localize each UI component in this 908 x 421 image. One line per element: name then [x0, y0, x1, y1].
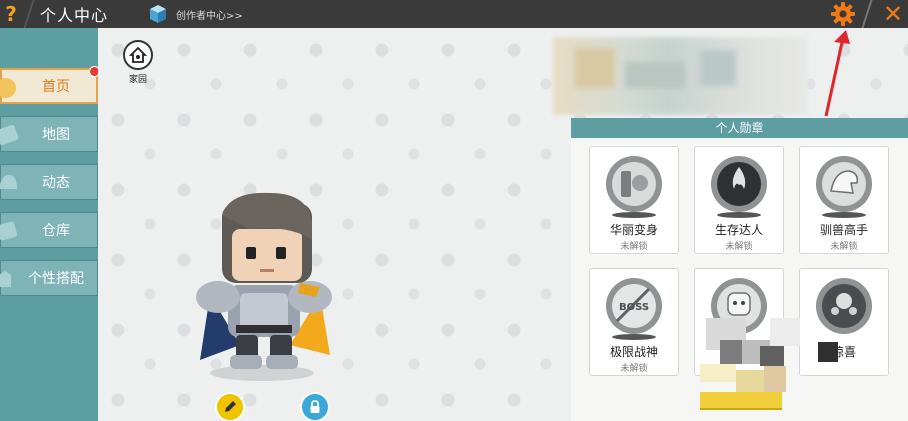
- map-icon: [0, 124, 19, 146]
- sidebar: 首页 地图 动态 仓库 个性搭配: [0, 28, 100, 421]
- lock-icon: [310, 400, 320, 413]
- action-button-partial[interactable]: [700, 392, 782, 410]
- gear-icon[interactable]: [830, 1, 856, 27]
- mosaic-block: [720, 340, 742, 364]
- divider: [23, 0, 35, 28]
- sidebar-item-home[interactable]: 首页: [0, 66, 100, 104]
- badge-panel-header: 个人勋章: [571, 118, 908, 138]
- sidebar-item-label: 地图: [42, 127, 70, 143]
- profile-blur-block: [625, 62, 685, 88]
- edit-button[interactable]: [215, 392, 245, 421]
- home-button[interactable]: 家园: [120, 40, 156, 88]
- badge-card[interactable]: 惊喜: [799, 268, 889, 376]
- close-icon[interactable]: ✕: [878, 0, 908, 28]
- badge-status: 未解锁: [620, 364, 648, 374]
- player-avatar-character: [196, 192, 332, 381]
- sidebar-item-label: 动态: [42, 175, 70, 191]
- badge-card[interactable]: 驯兽高手 未解锁: [799, 146, 889, 254]
- badge-card[interactable]: 生存达人 未解锁: [694, 146, 784, 254]
- home-label: 家园: [128, 75, 147, 85]
- page-title: 个人中心: [40, 6, 109, 25]
- beast-tamer-badge-icon: [816, 156, 872, 218]
- mosaic-block: [818, 342, 838, 362]
- badge-status: 未解锁: [830, 242, 858, 252]
- mosaic-block: [736, 370, 764, 392]
- campfire-badge-icon: [711, 156, 767, 218]
- mosaic-block: [760, 346, 784, 366]
- cube-icon: [150, 5, 167, 23]
- bell-icon: [0, 175, 17, 189]
- badge-card[interactable]: BOSS 极限战神 未解锁: [589, 268, 679, 376]
- badge-name: 华丽变身: [609, 223, 658, 237]
- mosaic-block: [700, 364, 736, 382]
- badge-status: 未解锁: [725, 242, 753, 252]
- profile-blur-block: [575, 48, 615, 88]
- sidebar-item-map[interactable]: 地图: [0, 116, 98, 152]
- profile-blur-block: [700, 50, 736, 86]
- sidebar-item-label: 仓库: [42, 223, 70, 239]
- warehouse-icon: [0, 221, 18, 241]
- top-bar: ? 个人中心 创作者中心>> ✕: [0, 0, 908, 28]
- badge-name: 驯兽高手: [819, 223, 868, 237]
- transform-badge-icon: [606, 156, 662, 218]
- creator-center-label: 创作者中心>>: [176, 10, 243, 22]
- house-icon: [123, 40, 153, 70]
- svg-text:BOSS: BOSS: [619, 302, 649, 313]
- mosaic-block: [770, 318, 800, 346]
- sidebar-item-feed[interactable]: 动态: [0, 164, 98, 200]
- badge-card[interactable]: 华丽变身 未解锁: [589, 146, 679, 254]
- sidebar-item-outfit[interactable]: 个性搭配: [0, 260, 98, 296]
- divider: [861, 0, 873, 28]
- badge-name: 极限战神: [609, 345, 658, 359]
- sidebar-item-label: 首页: [42, 79, 70, 95]
- boss-badge-icon: BOSS: [606, 278, 662, 340]
- creator-center-link[interactable]: 创作者中心>>: [148, 4, 243, 24]
- badge-status: 未解锁: [620, 242, 648, 252]
- sidebar-item-label: 个性搭配: [28, 271, 84, 287]
- badge-name: 生存达人: [714, 223, 763, 237]
- surprise-badge-icon: [816, 278, 872, 334]
- help-icon[interactable]: ?: [0, 0, 22, 28]
- home-tab-icon: [0, 78, 16, 98]
- outfit-icon: [0, 271, 11, 287]
- lock-button[interactable]: [300, 392, 330, 421]
- mosaic-block: [764, 366, 786, 392]
- sidebar-item-warehouse[interactable]: 仓库: [0, 212, 98, 248]
- pencil-icon: [225, 401, 236, 412]
